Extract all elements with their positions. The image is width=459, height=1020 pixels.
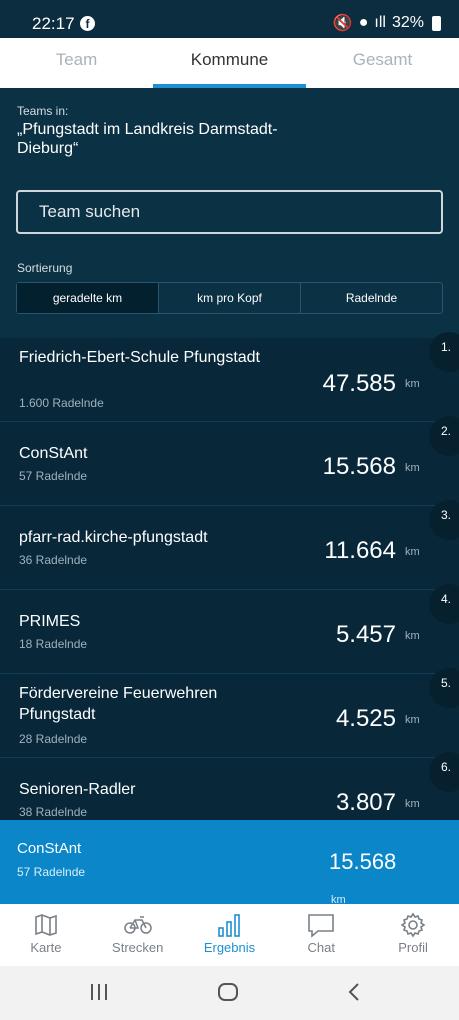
status-icons: 🔇 ● ıll 32%	[333, 13, 441, 33]
team-name: pfarr-rad.kirche-pfungstadt	[19, 529, 208, 546]
km-unit: km	[405, 798, 420, 810]
rank-badge: 1.	[429, 332, 459, 372]
rank-badge: 6.	[429, 752, 459, 792]
team-members: 28 Radelnde	[19, 732, 88, 746]
team-km: 11.664	[324, 537, 396, 564]
nav-label: Strecken	[112, 940, 164, 955]
rank-badge: 5.	[429, 668, 459, 708]
region-title: „Pfungstadt im Landkreis Darmstadt-Diebu…	[17, 121, 278, 157]
nav-profil[interactable]: Profil	[367, 904, 459, 966]
nav-karte[interactable]: Karte	[0, 904, 92, 966]
gear-icon	[400, 912, 426, 938]
list-item[interactable]: PRIMES 18 Radelnde 5.457 km 4.	[0, 584, 459, 674]
list-item[interactable]: pfarr-rad.kirche-pfungstadt 36 Radelnde …	[0, 500, 459, 590]
list-item[interactable]: ConStAnt 57 Radelnde 15.568 km 2.	[0, 416, 459, 506]
my-team-summary[interactable]: ConStAnt 57 Radelnde 15.568 km	[0, 820, 459, 904]
bicycle-icon	[123, 916, 152, 934]
tab-gesamt[interactable]: Gesamt	[306, 38, 459, 88]
battery-icon	[432, 15, 441, 31]
nav-label: Profil	[398, 940, 428, 955]
system-navigation-bar	[0, 966, 459, 1020]
nav-label: Ergebnis	[203, 940, 256, 955]
nav-label: Karte	[30, 940, 62, 955]
bar-chart-icon	[218, 914, 241, 937]
km-unit: km	[405, 378, 420, 390]
tab-team[interactable]: Team	[0, 38, 153, 88]
list-item[interactable]: Friedrich-Ebert-Schule Pfungstadt 1.600 …	[0, 332, 459, 422]
map-icon	[35, 914, 57, 936]
team-name: ConStAnt	[19, 445, 88, 462]
team-members: 38 Radelnde	[19, 805, 88, 819]
team-km: 5.457	[335, 621, 396, 648]
results-panel: Teams in: „Pfungstadt im Landkreis Darms…	[0, 88, 459, 820]
mute-icon: 🔇	[332, 15, 353, 32]
my-team-name: ConStAnt	[17, 840, 82, 857]
my-team-km: 15.568	[329, 849, 397, 874]
rank-badge: 4.	[429, 584, 459, 624]
my-team-members: 57 Radelnde	[17, 865, 86, 879]
team-km: 47.585	[322, 370, 396, 397]
tab-kommune[interactable]: Kommune	[153, 38, 306, 88]
km-unit: km	[405, 546, 420, 558]
nav-chat[interactable]: Chat	[275, 904, 367, 966]
list-item[interactable]: Senioren-Radler 38 Radelnde 3.807 km 6.	[0, 752, 459, 820]
sort-segmented-control: geradelte km km pro Kopf Radelnde	[16, 282, 443, 314]
sort-option-km[interactable]: geradelte km	[17, 283, 158, 313]
bottom-navigation: Karte Strecken Ergebnis Chat Profil	[0, 904, 459, 966]
team-km: 4.525	[335, 705, 396, 732]
team-members: 1.600 Radelnde	[19, 396, 104, 410]
chat-icon	[308, 914, 335, 938]
rank-badge: 3.	[429, 500, 459, 540]
recent-apps-icon[interactable]	[88, 980, 110, 1004]
team-members: 57 Radelnde	[19, 469, 88, 483]
km-unit: km	[405, 630, 420, 642]
sort-label: Sortierung	[17, 261, 73, 275]
facebook-icon: f	[80, 16, 95, 31]
nav-ergebnis[interactable]: Ergebnis	[184, 904, 276, 966]
team-name: Fördervereine Feuerwehren Pfungstadt	[19, 685, 218, 723]
teams-in-label: Teams in:	[17, 104, 69, 118]
signal-icon: ıll	[374, 14, 386, 31]
team-members: 36 Radelnde	[19, 553, 88, 567]
scope-tabs: Team Kommune Gesamt	[0, 38, 459, 88]
team-name: Senioren-Radler	[19, 781, 136, 798]
nav-strecken[interactable]: Strecken	[92, 904, 184, 966]
status-bar: 22:17 f 🔇 ● ıll 32%	[0, 0, 459, 38]
status-time: 22:17	[32, 14, 75, 33]
km-unit: km	[331, 894, 346, 904]
team-km: 3.807	[335, 789, 396, 816]
team-name: Friedrich-Ebert-Schule Pfungstadt	[19, 349, 260, 366]
rank-badge: 2.	[429, 416, 459, 456]
km-unit: km	[405, 462, 420, 474]
team-name: PRIMES	[19, 613, 81, 630]
team-members: 18 Radelnde	[19, 637, 88, 651]
team-search-input[interactable]	[16, 190, 443, 234]
home-icon[interactable]	[216, 980, 240, 1004]
location-icon: ●	[358, 14, 369, 31]
list-item[interactable]: Fördervereine Feuerwehren Pfungstadt 28 …	[0, 668, 459, 758]
team-km: 15.568	[322, 453, 396, 480]
back-icon[interactable]	[344, 980, 364, 1004]
sort-option-riders[interactable]: Radelnde	[300, 283, 442, 313]
sort-option-km-per-head[interactable]: km pro Kopf	[158, 283, 300, 313]
battery-level: 32%	[391, 14, 424, 31]
km-unit: km	[405, 714, 420, 726]
nav-label: Chat	[307, 940, 336, 955]
